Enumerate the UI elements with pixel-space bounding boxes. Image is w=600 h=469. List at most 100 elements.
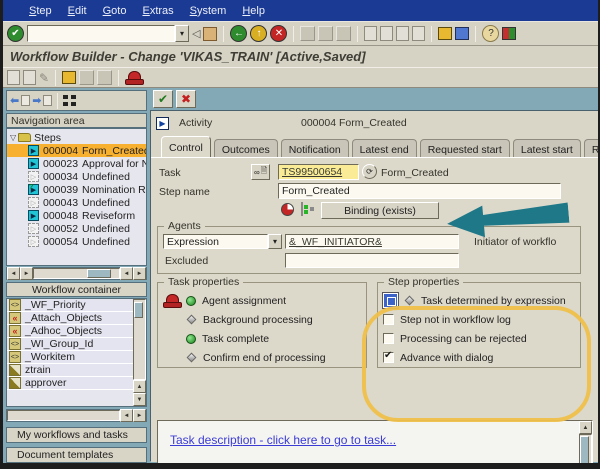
tab-latest-end[interactable]: Latest end — [351, 139, 417, 157]
tree-horizontal-scrollbar[interactable]: ◄ ► ◄ ► — [6, 267, 147, 280]
activate-icon[interactable] — [79, 70, 95, 85]
nav-back-doc-icon[interactable] — [21, 95, 31, 106]
scroll-down-icon[interactable]: ▼ — [133, 393, 146, 406]
container-element-row[interactable]: <> _WF_Priority — [7, 299, 133, 312]
customize-layout-icon[interactable] — [502, 27, 517, 40]
step-id: 000052 — [43, 222, 79, 235]
shortcut-icon[interactable] — [455, 27, 470, 40]
nav-forward-doc-icon[interactable] — [43, 95, 53, 106]
nav-step-000034[interactable]: ▷ 000034 Undefined — [7, 170, 146, 183]
menu-goto[interactable]: Goto — [103, 5, 127, 17]
scroll-right-icon[interactable]: ► — [133, 409, 146, 422]
expression-field[interactable]: &_WF_INITIATOR& — [285, 234, 459, 249]
scroll-up-icon[interactable]: ▲ — [133, 380, 146, 393]
agent-type-dropdown-icon[interactable]: ▾ — [268, 234, 282, 249]
menu-edit[interactable]: Edit — [68, 5, 87, 17]
tab-outcomes[interactable]: Outcomes — [213, 139, 278, 157]
container-element-row[interactable]: <> _WI_Group_Id — [7, 338, 133, 351]
container-horizontal-scrollbar[interactable]: ◄ ► — [6, 409, 147, 422]
tab-latest-start[interactable]: Latest start — [512, 139, 581, 157]
container-element-row[interactable]: approver — [7, 377, 133, 390]
nav-step-000048[interactable]: ▶ 000048 Reviseform — [7, 209, 146, 222]
description-vertical-scrollbar[interactable]: ▲ ▼ — [579, 421, 592, 463]
scroll-right-icon[interactable]: ► — [133, 267, 146, 280]
checkbox-advance-with-dialog[interactable] — [383, 350, 394, 363]
help-icon[interactable]: ? — [482, 25, 500, 42]
step-name-field[interactable]: Form_Created — [278, 183, 561, 199]
scroll-right-icon[interactable]: ► — [20, 267, 33, 280]
scroll-thumb[interactable] — [134, 302, 143, 318]
nav-step-000043[interactable]: ▷ 000043 Undefined — [7, 196, 146, 209]
syntax-check-icon[interactable] — [62, 71, 77, 84]
nav-forward-step-icon[interactable]: ➡ — [32, 94, 41, 107]
checkbox-step-not-in-log[interactable] — [383, 314, 394, 325]
first-page-icon[interactable] — [364, 26, 378, 41]
agent-type-field[interactable]: Expression — [163, 234, 268, 249]
container-element-row[interactable]: « _Adhoc_Objects — [7, 325, 133, 338]
tab-control[interactable]: Control — [161, 136, 211, 157]
task-property-label: Agent assignment — [202, 294, 287, 307]
menu-system[interactable]: System — [190, 5, 227, 17]
binding-icon — [301, 202, 303, 216]
workflow-container-header[interactable]: Workflow container — [6, 282, 147, 297]
task-description-link[interactable]: Task description - click here to go to t… — [170, 433, 396, 447]
my-workflows-button[interactable]: My workflows and tasks — [6, 427, 147, 443]
back-triangle-icon[interactable]: ◁ — [192, 27, 200, 40]
nav-step-000023[interactable]: ▶ 000023 Approval for Nor — [7, 157, 146, 170]
enter-icon[interactable]: ✔ — [7, 25, 24, 42]
command-input[interactable] — [27, 25, 175, 42]
next-page-icon[interactable] — [396, 26, 410, 41]
scroll-thumb[interactable] — [580, 436, 589, 463]
last-page-icon[interactable] — [412, 26, 426, 41]
task-id-field[interactable]: TS99500654 — [278, 164, 359, 180]
scroll-up-icon[interactable]: ▲ — [579, 421, 592, 434]
generate-hat-icon[interactable] — [125, 70, 145, 85]
tree-root-steps[interactable]: ▽ Steps — [7, 131, 146, 144]
test-icon[interactable] — [97, 70, 113, 85]
tab-notification[interactable]: Notification — [280, 139, 349, 157]
graphical-model-icon[interactable] — [63, 94, 78, 107]
scroll-thumb[interactable] — [86, 269, 111, 278]
menu-step[interactable]: Step — [29, 5, 52, 17]
print-icon[interactable] — [300, 26, 316, 41]
nav-step-000052[interactable]: ▷ 000052 Undefined — [7, 222, 146, 235]
cancel-button[interactable]: ✖ — [176, 90, 196, 108]
container-element-row[interactable]: <> _Workitem — [7, 351, 133, 364]
display-change-icon[interactable]: ✎ — [39, 71, 49, 85]
scroll-left-icon[interactable]: ◄ — [7, 267, 20, 280]
menu-extras[interactable]: Extras — [142, 5, 173, 17]
cancel-icon[interactable]: ✕ — [270, 25, 288, 42]
nav-step-000004[interactable]: ▶ 000004 Form_Created — [7, 144, 146, 157]
expander-icon[interactable]: ▽ — [10, 133, 16, 142]
other-workflow-icon[interactable] — [23, 70, 36, 85]
container-element-row[interactable]: ztrain — [7, 364, 133, 377]
new-session-icon[interactable] — [438, 27, 453, 40]
nav-step-000054[interactable]: ▷ 000054 Undefined — [7, 235, 146, 248]
binding-button[interactable]: Binding (exists) — [321, 202, 439, 219]
container-vertical-scrollbar[interactable]: ▲ ▼ — [133, 299, 146, 406]
find-icon[interactable] — [318, 26, 334, 41]
scroll-left-icon[interactable]: ◄ — [120, 267, 133, 280]
nav-step-000039[interactable]: ▶ 000039 Nomination Rej — [7, 183, 146, 196]
container-element-row[interactable]: « _Attach_Objects — [7, 312, 133, 325]
save-icon[interactable] — [203, 26, 218, 41]
agent-hat-icon[interactable] — [163, 293, 182, 308]
display-task-icon[interactable]: ⟳ — [362, 164, 377, 179]
find-next-icon[interactable] — [336, 26, 352, 41]
previous-page-icon[interactable] — [380, 26, 394, 41]
new-workflow-icon[interactable] — [7, 70, 20, 85]
exit-icon[interactable]: ↑ — [250, 25, 268, 42]
document-templates-button[interactable]: Document templates — [6, 447, 147, 463]
checkbox-processing-rejected[interactable] — [383, 333, 394, 344]
nav-back-icon[interactable]: ← — [230, 25, 248, 42]
excluded-field[interactable] — [285, 253, 459, 268]
tab-requested-start[interactable]: Requested start — [419, 139, 510, 157]
command-dropdown-icon[interactable]: ▾ — [175, 25, 189, 42]
confirm-button[interactable]: ✔ — [153, 90, 173, 108]
tab-requested-end[interactable]: Re — [583, 139, 598, 157]
scroll-left-icon[interactable]: ◄ — [120, 409, 133, 422]
task-search-button[interactable]: ∞ 🗎 — [251, 164, 271, 180]
nav-back-step-icon[interactable]: ⬅ — [10, 94, 19, 107]
expression-jump-icon[interactable] — [382, 292, 399, 309]
menu-help[interactable]: Help — [242, 5, 265, 17]
